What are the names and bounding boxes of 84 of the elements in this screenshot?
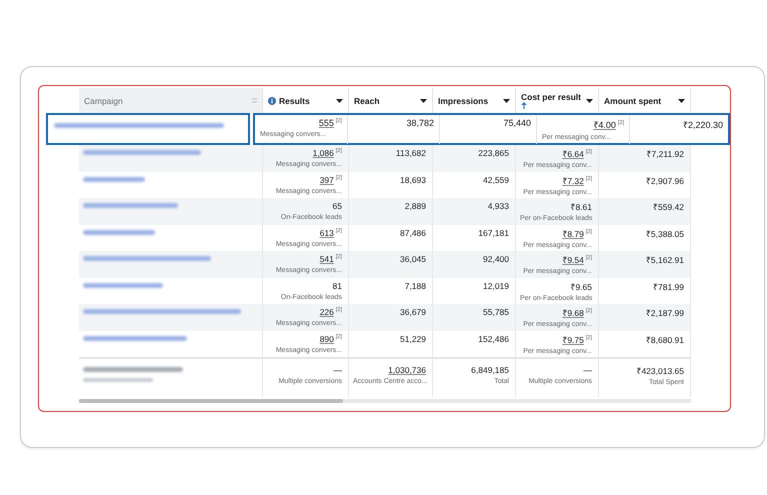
reach-value: 36,045 [400,254,426,264]
footnote-mark: [2] [336,307,342,314]
caret-icon [336,98,343,102]
caret-icon [586,98,593,102]
result-value: 81 [332,280,342,290]
sort-arrow-icon [521,102,527,109]
resize-handle-icon [252,98,257,103]
total-value: 6,849,185 [471,365,509,375]
campaign-cell[interactable] [46,113,250,145]
footnote-mark: [2] [336,148,342,154]
total-value: ₹423,013.65 [636,366,684,376]
reach-value: 51,229 [400,334,426,344]
footnote-mark: [2] [336,254,342,260]
column-label: Amount spent [604,96,662,106]
result-value: 65 [332,201,342,211]
impressions-value: 92,400 [483,254,509,264]
blurred-name-drawing [83,176,145,182]
cost-value: ₹9.65 [570,282,592,292]
amount-value: ₹559.42 [653,202,684,212]
cost-value[interactable]: ₹9.75 [562,334,584,344]
amount-value: ₹2,187.99 [646,308,684,318]
reach-value: 36,679 [400,307,426,317]
amount-value: ₹5,388.05 [646,228,684,238]
caret-icon [678,98,685,102]
cost-value[interactable]: ₹7.32 [562,176,584,186]
amount-value: ₹7,211.92 [646,149,684,159]
footnote-mark: [2] [336,174,342,181]
footnote-mark: [2] [586,149,592,156]
blurred-name-drawing [83,230,155,234]
impressions-value: 223,865 [478,148,509,158]
impressions-value: 55,785 [483,307,509,317]
column-label: Cost per result [521,92,581,102]
cost-value[interactable]: ₹8.79 [562,228,584,238]
impressions-value: 4,933 [488,201,509,211]
reach-value: 38,782 [406,118,434,128]
impressions-value: 12,019 [483,280,509,290]
result-value[interactable]: 541 [320,254,334,264]
footnote-mark: [2] [336,118,342,124]
impressions-value: 167,181 [478,228,509,238]
cost-value[interactable]: ₹4.00 [593,120,616,130]
footnote-mark: [2] [586,334,592,341]
result-value[interactable]: 555 [318,118,334,128]
column-header[interactable]: Campaign [79,88,263,113]
cost-value: ₹8.61 [570,202,592,212]
footnote-mark: [2] [336,228,342,234]
column-label: Results [279,96,310,106]
result-value[interactable]: 397 [320,174,334,184]
column-label: Campaign [84,96,123,106]
footnote-mark: [2] [336,334,342,340]
cost-value[interactable]: ₹6.64 [562,149,584,159]
reach-value: 2,889 [404,201,426,211]
amount-value: ₹2,220.30 [682,120,723,130]
reach-value: 113,682 [396,148,426,158]
column-label: Reach [354,96,380,106]
column-label: Impressions [438,96,488,106]
impressions-value: 75,440 [503,118,531,128]
info-icon [268,96,276,104]
reach-value: 7,188 [404,280,426,290]
reach-value: 18,693 [400,174,426,184]
footnote-mark: [2] [618,120,624,126]
blurred-name-drawing [83,378,153,382]
cost-value[interactable]: ₹9.68 [562,308,584,318]
result-value[interactable]: 890 [320,334,334,344]
amount-value: ₹2,907.96 [646,176,684,186]
total-value: — [334,365,342,375]
footnote-mark: [2] [586,308,592,314]
footnote-mark: [2] [586,228,592,235]
caret-icon [420,98,427,102]
total-value: — [584,365,592,375]
cost-value[interactable]: ₹9.54 [562,255,584,265]
footnote-mark: [2] [586,176,592,182]
impressions-value: 152,486 [478,334,509,344]
caret-icon [503,98,510,102]
result-value[interactable]: 613 [320,228,334,238]
amount-value: ₹8,680.91 [646,334,684,344]
amount-value: ₹781.99 [653,282,684,292]
amount-value: ₹5,162.91 [646,255,684,265]
footnote-mark: [2] [586,255,592,262]
scrollbar-thumb[interactable] [79,399,343,403]
impressions-value: 42,559 [483,174,509,184]
total-value[interactable]: 1,030,736 [388,365,426,375]
result-value[interactable]: 1,086 [312,148,334,158]
reach-value: 87,486 [400,228,426,238]
result-value[interactable]: 226 [320,307,334,317]
